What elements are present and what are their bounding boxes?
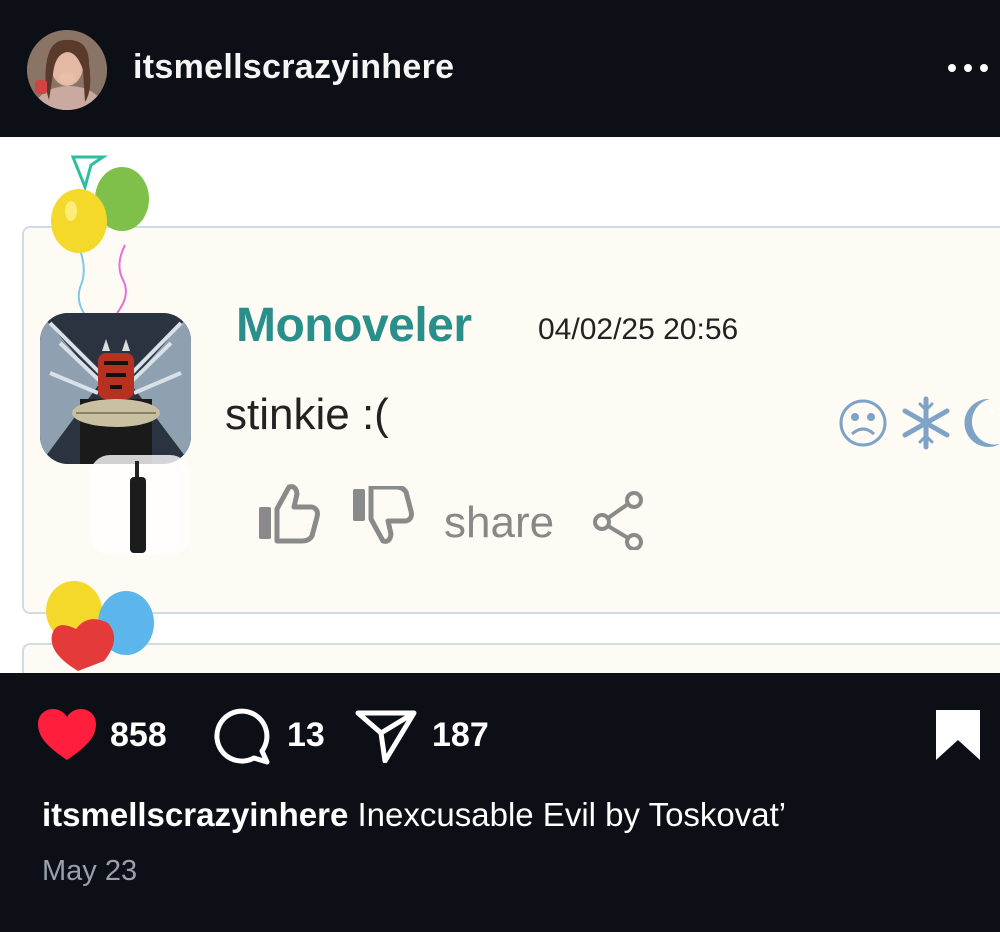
share-icon [593,491,643,550]
comment-text: stinkie :( [225,390,389,439]
send-icon[interactable] [355,709,417,763]
sad-face-icon [839,399,887,447]
status-icons: ★ [839,396,1000,450]
post-header: itsmellscrazyinhere [0,0,1000,137]
post-caption: itsmellscrazyinhere Inexcusable Evil by … [42,796,786,834]
likes-count[interactable]: 858 [110,716,167,755]
bookmark-icon[interactable] [934,708,982,762]
flashlight-decoration [90,455,190,555]
like-heart-icon[interactable] [36,708,98,762]
thumbs-down-icon [353,486,414,544]
comment-icon[interactable] [213,707,271,765]
caption-text: Inexcusable Evil by Toskovat’ [357,796,787,833]
author-username[interactable]: itsmellscrazyinhere [133,48,454,87]
snowflake-icon [902,396,950,450]
more-options-icon[interactable] [946,56,990,86]
author-avatar[interactable] [27,30,107,110]
thumbs-up-icon [259,484,320,544]
balloons-decoration [51,155,149,315]
commenter-avatar [40,313,191,464]
comments-count[interactable]: 13 [287,716,325,755]
caption-username[interactable]: itsmellscrazyinhere [42,796,348,833]
next-comment-card [22,643,1000,673]
comment-timestamp: 04/02/25 20:56 [538,313,739,346]
moon-icon: ★ [964,398,1000,447]
commenter-name: Monoveler [236,299,472,352]
svg-text:★: ★ [986,405,997,419]
shares-count[interactable]: 187 [432,716,489,755]
post-image[interactable]: ★ Monoveler 04/02/25 20:56 stinkie :(sh… [0,137,1000,673]
post-date: May 23 [42,855,138,887]
balloons-decoration-bottom [46,581,154,671]
share-label: share [444,498,555,547]
